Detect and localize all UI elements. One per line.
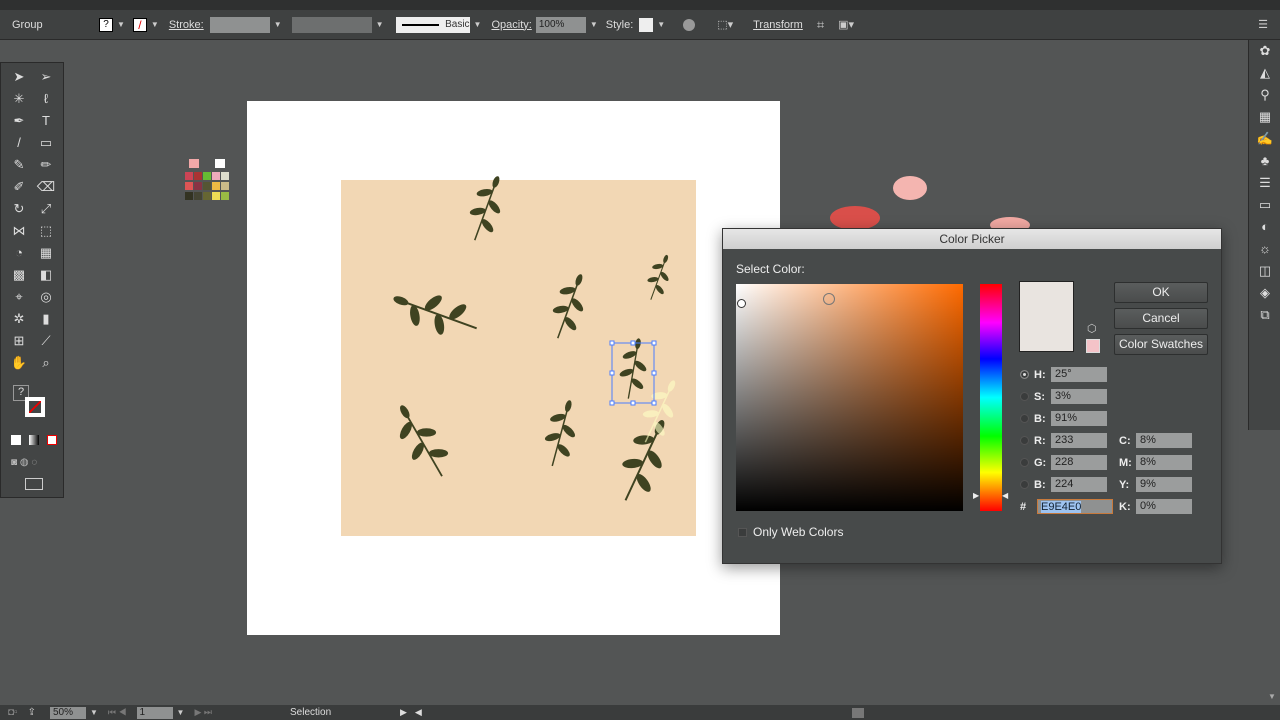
only-web-colors-label: Only Web Colors (753, 525, 844, 539)
black-row: K: 0% (1119, 499, 1192, 514)
select-color-label: Select Color: (736, 262, 805, 276)
gamut-marker (823, 293, 835, 305)
saturation-input[interactable]: 3% (1051, 389, 1107, 404)
hue-radio[interactable] (1020, 370, 1029, 379)
zoom-input[interactable]: 50% (49, 706, 86, 719)
k-label: K: (1119, 500, 1131, 513)
share-icon[interactable]: ⇪ (28, 707, 36, 718)
saturation-radio[interactable] (1020, 392, 1029, 401)
red-radio[interactable] (1020, 436, 1029, 445)
red-input[interactable]: 233 (1051, 433, 1107, 448)
old-color-swatch[interactable] (1086, 339, 1100, 353)
blue-label: B: (1034, 478, 1046, 491)
hex-label: # (1020, 500, 1027, 513)
leaf-sprig[interactable] (606, 410, 683, 510)
hue-row: H: 25° (1020, 367, 1107, 382)
green-radio[interactable] (1020, 458, 1029, 467)
artboard-first-prev[interactable]: ⏮ ◀ (108, 707, 127, 718)
color-picker-dialog: Color Picker Select Color: ▶ ◀ ⬡ OK Canc… (722, 228, 1222, 564)
hex-input[interactable]: E9E4E0 (1037, 499, 1113, 514)
swatch-grid[interactable] (185, 159, 229, 200)
yellow-input[interactable]: 9% (1136, 477, 1192, 492)
leaf-sprig[interactable] (613, 335, 654, 402)
m-label: M: (1119, 456, 1132, 469)
black-input[interactable]: 0% (1136, 499, 1192, 514)
gpu-icon[interactable]: ◘▫ (8, 707, 18, 718)
out-of-gamut-icon[interactable]: ⬡ (1087, 322, 1097, 335)
cyan-input[interactable]: 8% (1136, 433, 1192, 448)
green-row: G: 228 (1020, 455, 1107, 470)
brightness-input[interactable]: 91% (1051, 411, 1107, 426)
magenta-row: M: 8% (1119, 455, 1192, 470)
ok-button[interactable]: OK (1114, 282, 1208, 303)
current-tool: Selection (290, 707, 332, 718)
dialog-title: Color Picker (723, 229, 1221, 249)
s-label: S: (1034, 390, 1045, 403)
artboard-input[interactable]: 1 (136, 706, 173, 719)
y-label: Y: (1119, 478, 1130, 491)
color-field[interactable] (736, 284, 963, 511)
leaf-sprig[interactable] (639, 250, 678, 305)
brightness-radio[interactable] (1020, 414, 1029, 423)
h-label: H: (1034, 368, 1046, 381)
status-menu-arrow[interactable]: ▶ (400, 707, 407, 718)
color-swatches-button[interactable]: Color Swatches (1114, 334, 1208, 355)
r-label: R: (1034, 434, 1046, 447)
scroll-left-arrow[interactable]: ◀ (415, 707, 422, 718)
cancel-button[interactable]: Cancel (1114, 308, 1208, 329)
color-cursor[interactable] (737, 299, 746, 308)
leaf-sprig[interactable] (459, 170, 514, 247)
leaf-sprig[interactable] (542, 268, 597, 345)
only-web-colors-row: Only Web Colors (738, 525, 843, 539)
leaf-sprig[interactable] (536, 395, 586, 471)
yellow-row: Y: 9% (1119, 477, 1192, 492)
green-input[interactable]: 228 (1051, 455, 1107, 470)
hue-slider[interactable] (980, 284, 1002, 511)
hex-row: # E9E4E0 (1020, 499, 1113, 514)
blue-radio[interactable] (1020, 480, 1029, 489)
horizontal-scroll-thumb[interactable] (852, 707, 864, 718)
status-bar: ◘▫ ⇪ 50% ▼ ⏮ ◀ 1 ▼ ▶ ⏭ Selection ▶ ◀ (0, 705, 1280, 720)
c-label: C: (1119, 434, 1131, 447)
hue-slider-handle-left[interactable]: ▶ (973, 491, 979, 500)
magenta-input[interactable]: 8% (1136, 455, 1192, 470)
saturation-row: S: 3% (1020, 389, 1107, 404)
hue-input[interactable]: 25° (1051, 367, 1107, 382)
blue-row: B: 224 (1020, 477, 1107, 492)
red-row: R: 233 (1020, 433, 1107, 448)
b-label: B: (1034, 412, 1046, 425)
leaf-sprig[interactable] (385, 277, 485, 349)
blue-input[interactable]: 224 (1051, 477, 1107, 492)
only-web-colors-checkbox[interactable] (738, 527, 747, 537)
brightness-row: B: 91% (1020, 411, 1107, 426)
leaf-sprig[interactable] (384, 395, 460, 487)
flower-artwork[interactable] (830, 176, 1030, 233)
g-label: G: (1034, 456, 1047, 469)
hex-value: E9E4E0 (1041, 501, 1082, 513)
new-color-preview (1019, 281, 1074, 352)
artboard-next-last[interactable]: ▶ ⏭ (194, 707, 212, 718)
hue-slider-handle-right[interactable]: ◀ (1002, 491, 1008, 500)
cyan-row: C: 8% (1119, 433, 1192, 448)
